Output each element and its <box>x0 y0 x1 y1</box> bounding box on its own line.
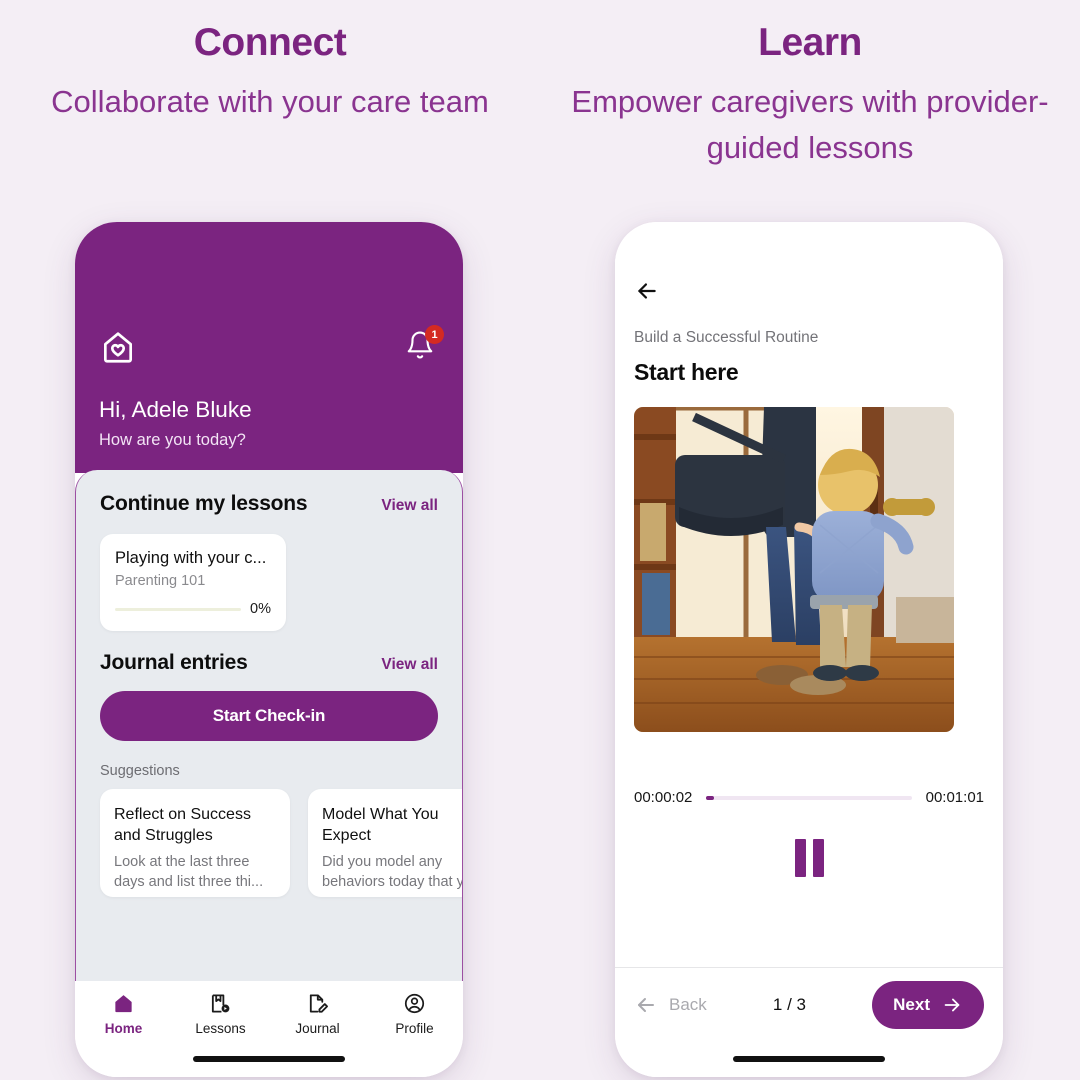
learn-title: Learn <box>758 21 862 64</box>
home-scroll-area: 1 Hi, Adele Bluke How are you today? Con… <box>75 222 463 981</box>
start-check-in-button[interactable]: Start Check-in <box>100 691 438 741</box>
back-navigation-button[interactable] <box>634 278 660 304</box>
lesson-progress-row: 0% <box>115 601 271 617</box>
greeting-text: Hi, Adele Bluke <box>99 397 252 422</box>
lessons-section-title: Continue my lessons <box>100 492 308 515</box>
lesson-photo <box>634 407 954 732</box>
lesson-card-title: Playing with your c... <box>115 549 267 567</box>
tab-profile[interactable]: Profile <box>366 992 463 1036</box>
page-indicator: 1 / 3 <box>772 994 807 1014</box>
greeting-subtext: How are you today? <box>99 431 246 449</box>
connect-column-header: Connect Collaborate with your care team <box>0 0 540 125</box>
home-screen: 1 Hi, Adele Bluke How are you today? Con… <box>75 222 463 1077</box>
tab-journal-label: Journal <box>295 1021 340 1036</box>
audio-player-progress: 00:00:02 00:01:01 <box>634 789 984 806</box>
tab-lessons-label: Lessons <box>195 1021 246 1036</box>
seek-slider[interactable] <box>706 795 912 800</box>
total-time-label: 00:01:01 <box>925 789 984 806</box>
notifications-button[interactable]: 1 <box>405 325 444 364</box>
connect-subtitle: Collaborate with your care team <box>51 83 489 119</box>
lesson-eyebrow: Build a Successful Routine <box>634 329 819 346</box>
lesson-content: Build a Successful Routine Start here 00… <box>615 222 1003 967</box>
home-indicator <box>733 1056 885 1062</box>
suggestions-label: Suggestions <box>100 763 180 779</box>
seek-fill <box>706 795 714 800</box>
tab-profile-label: Profile <box>395 1021 434 1036</box>
footer-back-button[interactable]: Back <box>634 993 707 1017</box>
suggestion-card-text: Did you model any behaviors today that y <box>322 854 463 891</box>
phone-mockup-home: 1 Hi, Adele Bluke How are you today? Con… <box>75 222 463 1077</box>
lessons-section-header: Continue my lessons View all <box>100 492 438 516</box>
learn-column-header: Learn Empower caregivers with provider-g… <box>540 0 1080 171</box>
suggestion-card-text: Look at the last three days and list thr… <box>114 854 264 891</box>
lesson-progress-label: 0% <box>250 601 271 617</box>
tab-home[interactable]: Home <box>75 992 172 1036</box>
suggestion-card-title: Reflect on Success and Struggles <box>114 806 251 845</box>
pause-button[interactable] <box>634 839 984 877</box>
lesson-progress-bar <box>115 607 242 611</box>
lessons-view-all-link[interactable]: View all <box>381 497 438 515</box>
current-time-label: 00:00:02 <box>634 789 693 806</box>
lesson-card[interactable]: Playing with your c... Parenting 101 0% <box>100 534 286 631</box>
home-icon <box>115 995 132 1013</box>
suggestion-card[interactable]: Reflect on Success and Struggles Look at… <box>100 789 290 897</box>
next-button[interactable]: Next <box>872 980 984 1029</box>
pause-icon <box>794 839 806 877</box>
tab-journal[interactable]: Journal <box>269 992 366 1036</box>
lesson-screen: Build a Successful Routine Start here 00… <box>615 222 1003 1077</box>
arrow-right-icon <box>944 998 960 1011</box>
suggestions-list: Reflect on Success and Struggles Look at… <box>100 789 462 897</box>
house-heart-logo-icon <box>99 328 137 371</box>
suggestion-card[interactable]: Model What You Expect Did you model any … <box>308 789 463 897</box>
adult-and-child-at-front-door-photo <box>634 407 954 732</box>
profile-icon <box>404 993 425 1014</box>
next-button-label: Next <box>893 994 930 1014</box>
journal-icon <box>309 994 328 1013</box>
tab-home-label: Home <box>104 1021 143 1036</box>
journal-section-header: Journal entries View all <box>100 651 438 675</box>
poster-canvas: Connect Collaborate with your care team … <box>0 0 1080 1080</box>
journal-view-all-link[interactable]: View all <box>381 656 438 674</box>
phone-mockup-lesson: Build a Successful Routine Start here 00… <box>615 222 1003 1077</box>
arrow-left-icon <box>638 997 654 1012</box>
learn-subtitle: Empower caregivers with provider-guided … <box>571 83 1049 165</box>
tab-lessons[interactable]: Lessons <box>172 992 269 1036</box>
lesson-title: Start here <box>634 359 739 385</box>
footer-back-label: Back <box>669 994 707 1014</box>
arrow-left-icon <box>638 283 656 299</box>
lessons-icon <box>211 994 230 1013</box>
home-hero-header: 1 Hi, Adele Bluke How are you today? <box>75 222 463 473</box>
connect-title: Connect <box>193 21 347 64</box>
notification-count-badge: 1 <box>425 325 444 344</box>
pause-icon <box>812 839 824 877</box>
bottom-tab-bar: Home Lessons Journal Profile <box>75 981 463 1077</box>
journal-section-title: Journal entries <box>100 651 248 674</box>
home-content-sheet: Continue my lessons View all Playing wit… <box>75 470 463 981</box>
suggestion-card-title: Model What You Expect <box>322 806 439 845</box>
lesson-card-subtitle: Parenting 101 <box>115 573 206 589</box>
home-indicator <box>193 1056 345 1062</box>
